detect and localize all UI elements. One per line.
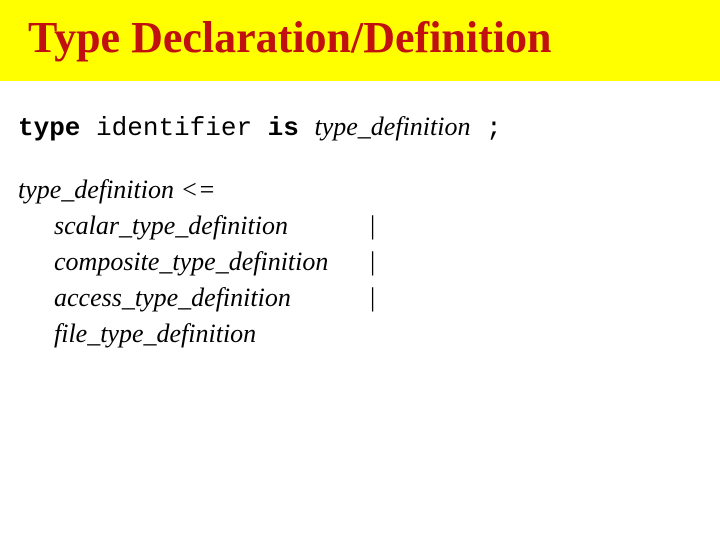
alt-composite: composite_type_definition — [54, 244, 328, 280]
pipe-2: | — [370, 280, 375, 316]
alt-scalar: scalar_type_definition — [54, 208, 288, 244]
space — [80, 113, 96, 143]
keyword-is: is — [268, 113, 299, 143]
pipe-1: | — [370, 244, 375, 280]
grammar-head-line: type_definition <= — [18, 172, 720, 208]
content-area: type identifier is type_definition ; typ… — [0, 81, 720, 352]
grammar-alt-0: scalar_type_definition | — [18, 208, 720, 244]
space — [252, 113, 268, 143]
alt-access: access_type_definition — [54, 280, 291, 316]
grammar-alt-2: access_type_definition | — [18, 280, 720, 316]
pipe-0: | — [370, 208, 375, 244]
grammar-block: type_definition <= scalar_type_definitio… — [18, 172, 720, 351]
identifier-text: identifier — [96, 113, 252, 143]
keyword-type: type — [18, 113, 80, 143]
grammar-op-text: <= — [180, 175, 215, 204]
type-definition-ref: type_definition — [315, 112, 471, 141]
title-bar: Type Declaration/Definition — [0, 0, 720, 81]
grammar-alt-3: file_type_definition — [18, 316, 720, 352]
space — [470, 113, 486, 143]
space — [299, 113, 315, 143]
syntax-line: type identifier is type_definition ; — [18, 109, 720, 146]
page-title: Type Declaration/Definition — [28, 12, 720, 63]
grammar-head: type_definition — [18, 175, 174, 204]
semicolon: ; — [486, 113, 502, 143]
alt-file: file_type_definition — [54, 316, 256, 352]
grammar-alt-1: composite_type_definition | — [18, 244, 720, 280]
